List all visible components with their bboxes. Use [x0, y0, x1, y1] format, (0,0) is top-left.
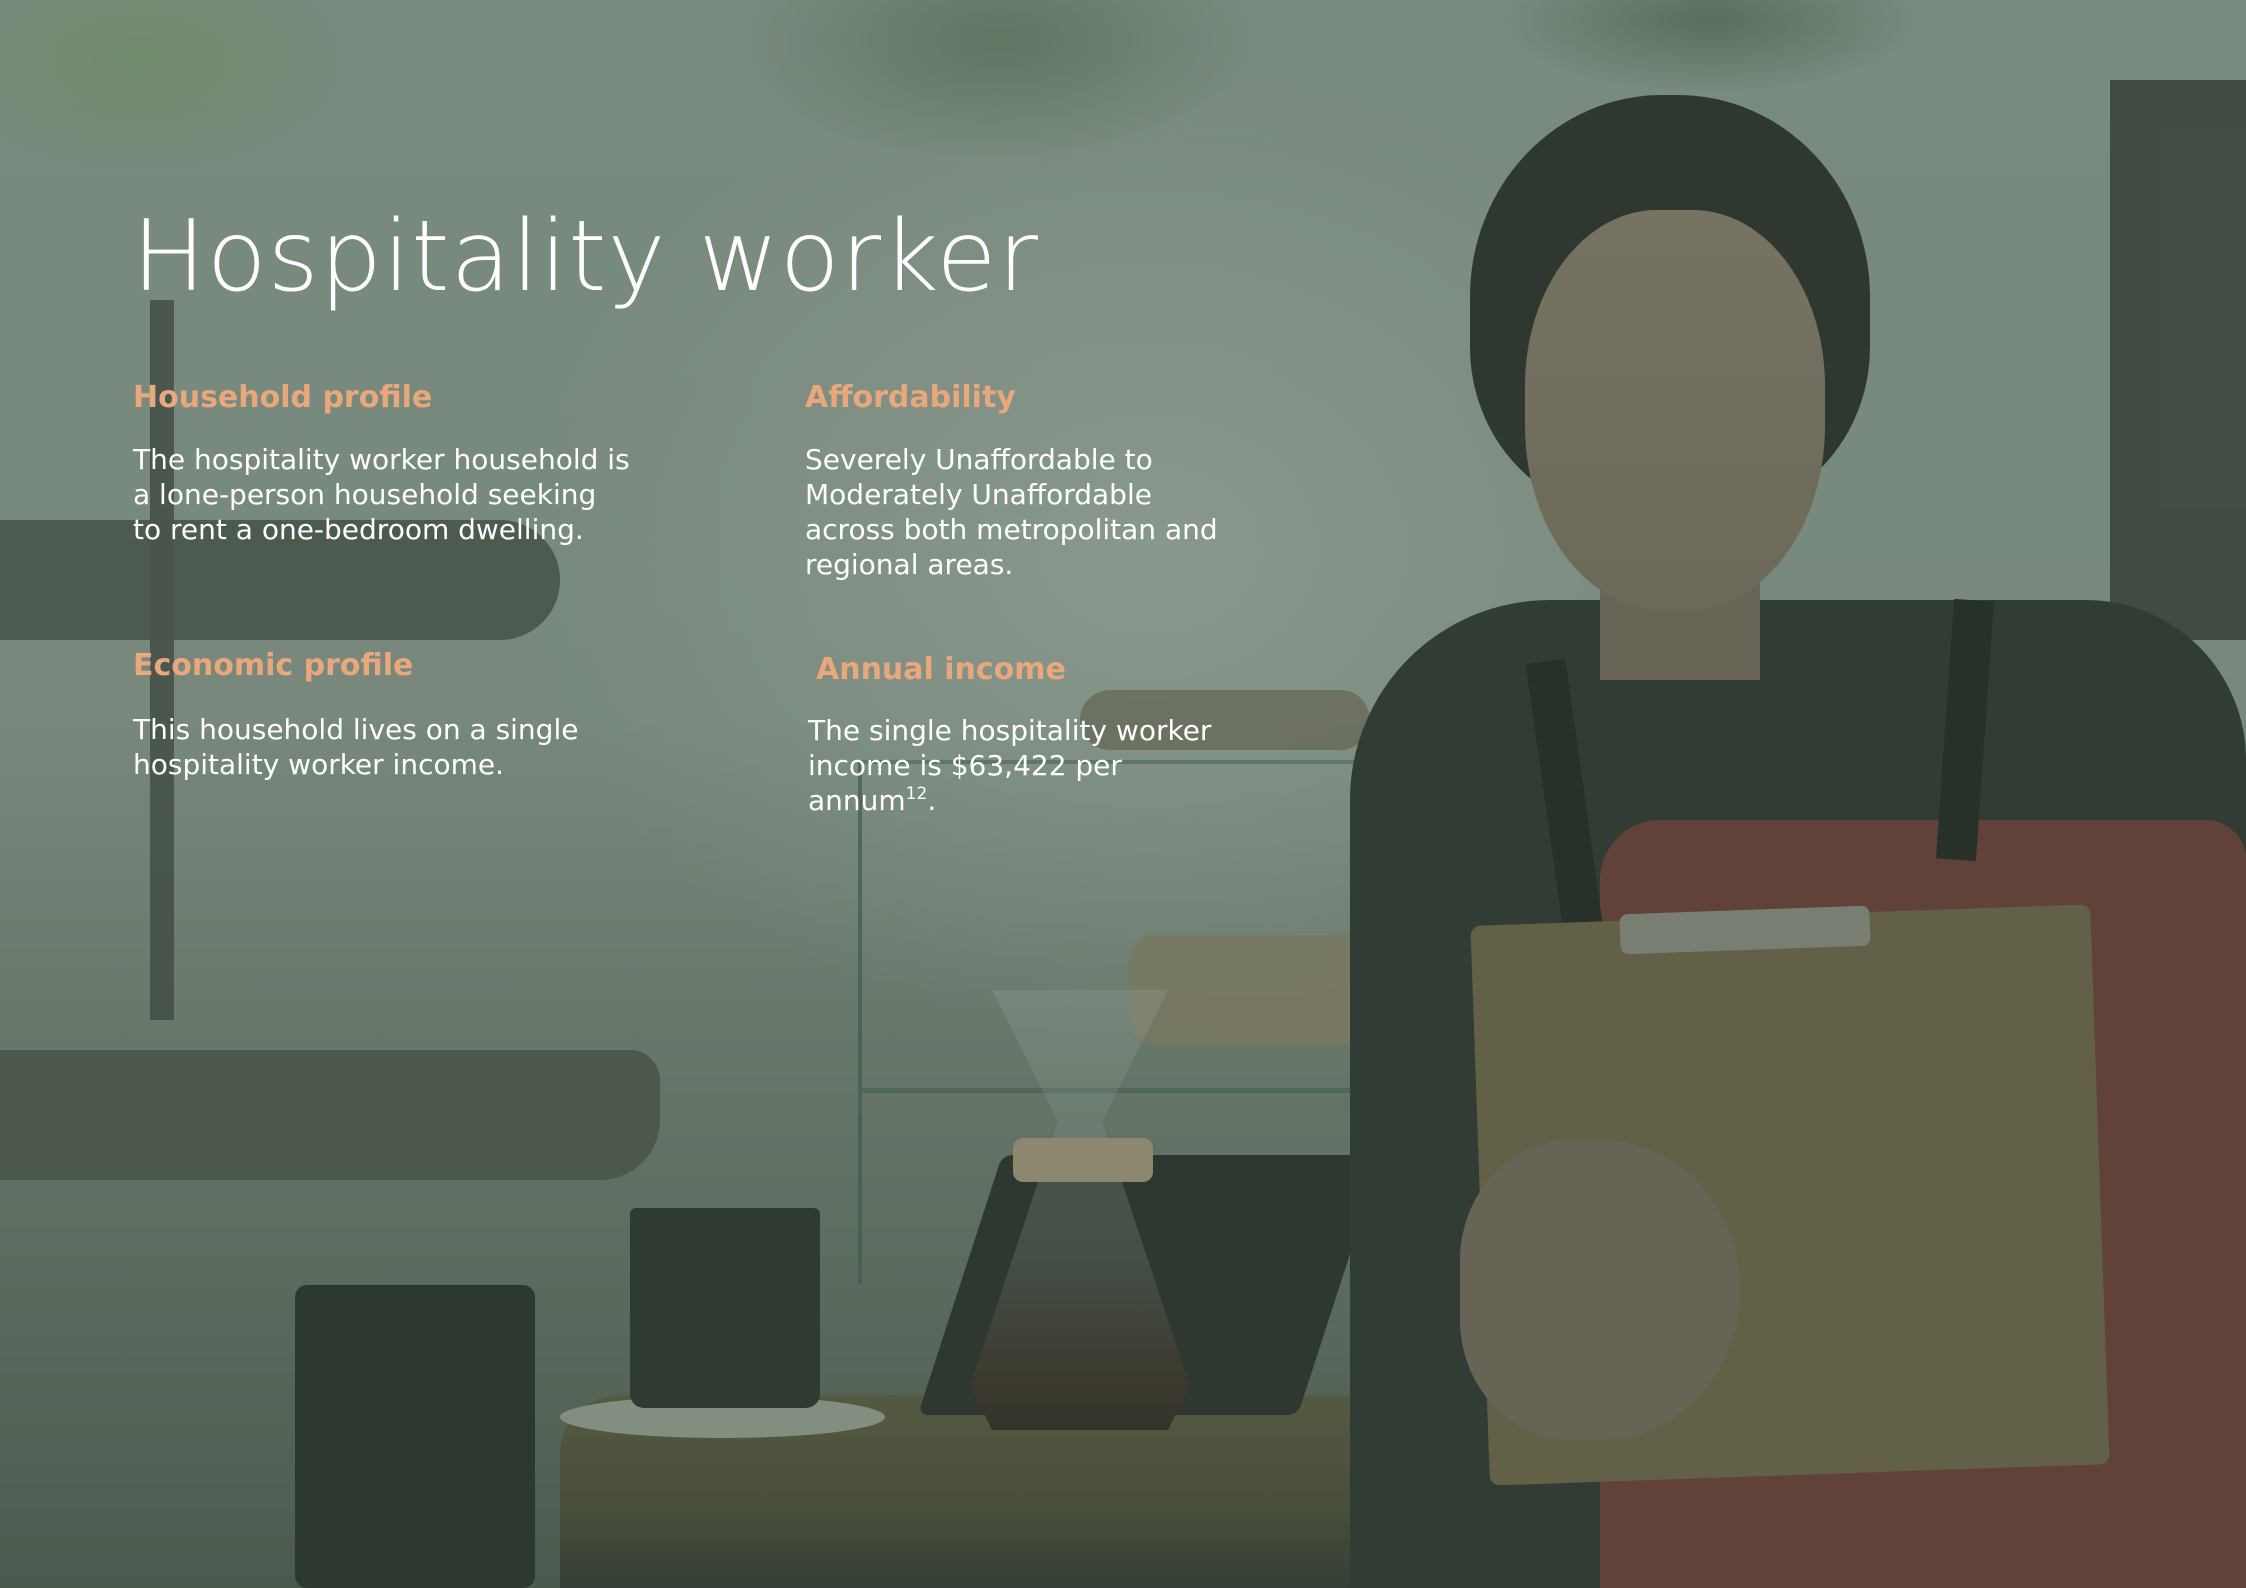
footnote-ref: 12	[905, 784, 928, 804]
household-profile-heading: Household profile	[133, 380, 433, 415]
text-line-suffix: .	[927, 784, 937, 817]
text-line: Severely Unaffordable to	[805, 443, 1153, 476]
text-line: The single hospitality worker	[808, 714, 1212, 747]
annual-income-text: The single hospitality worker income is …	[808, 713, 1211, 818]
text-line: to rent a one-bedroom dwelling.	[133, 513, 584, 546]
economic-profile-text: This household lives on a single hospita…	[133, 712, 578, 782]
text-line: a lone-person household seeking	[133, 478, 597, 511]
text-line: income is $63,422 per	[808, 749, 1122, 782]
page-title: Hospitality worker	[132, 200, 1039, 314]
text-line: across both metropolitan and	[805, 513, 1218, 546]
text-line: regional areas.	[805, 548, 1014, 581]
affordability-text: Severely Unaffordable to Moderately Unaf…	[805, 442, 1218, 582]
household-profile-text: The hospitality worker household is a lo…	[133, 442, 630, 547]
text-line: hospitality worker income.	[133, 748, 505, 781]
economic-profile-heading: Economic profile	[133, 648, 414, 683]
text-line: annum	[808, 784, 906, 817]
text-line: The hospitality worker household is	[133, 443, 630, 476]
annual-income-heading: Annual income	[816, 652, 1066, 687]
page: Hospitality worker Household profile The…	[0, 0, 2246, 1588]
page-content: Hospitality worker Household profile The…	[0, 0, 2246, 1588]
text-line: This household lives on a single	[133, 713, 579, 746]
text-line: Moderately Unaffordable	[805, 478, 1152, 511]
affordability-heading: Affordability	[805, 380, 1016, 415]
